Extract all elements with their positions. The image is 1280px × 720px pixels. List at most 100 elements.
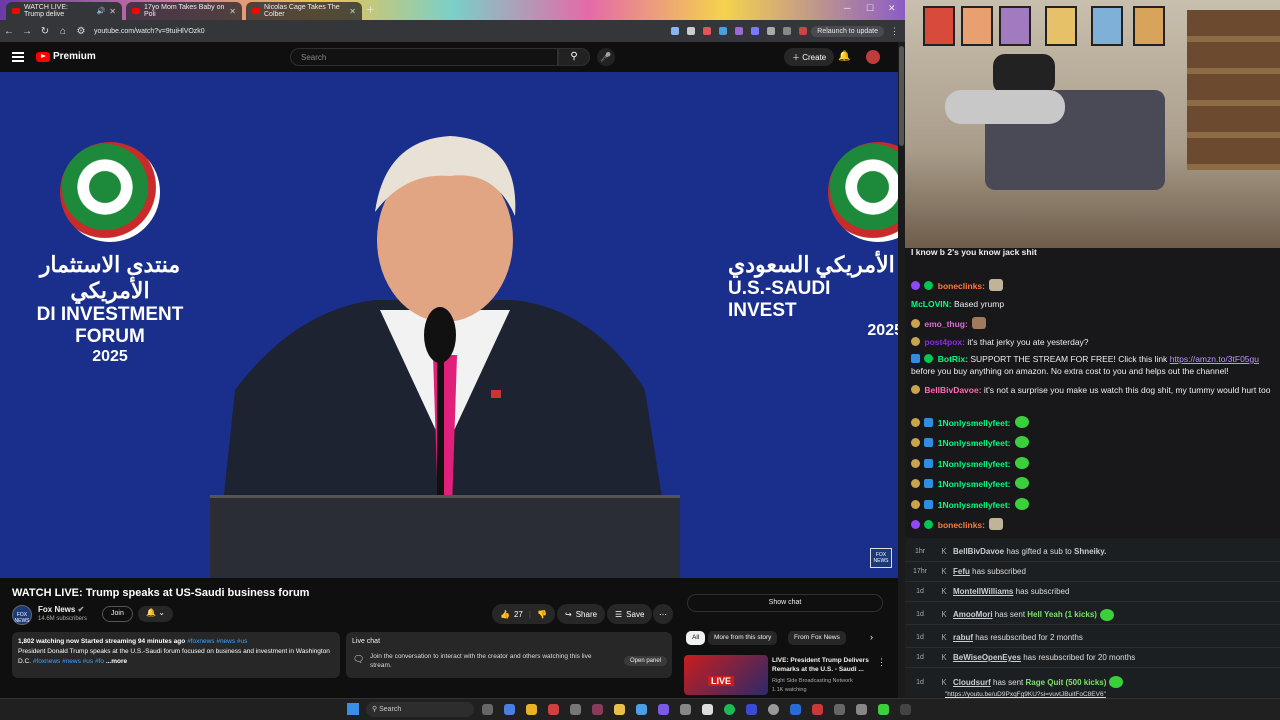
app-icon[interactable] xyxy=(504,704,515,715)
avatar[interactable] xyxy=(866,50,880,64)
cast-icon[interactable] xyxy=(671,27,680,35)
subscription-bell-button[interactable]: 🔔 ⌄ xyxy=(138,606,173,622)
chat-username[interactable]: BotRix: xyxy=(938,354,968,364)
chat-username[interactable]: 1Nonlysmellyfeet: xyxy=(938,438,1011,448)
app-icon[interactable] xyxy=(548,704,559,715)
chat-username[interactable]: 1Nonlysmellyfeet: xyxy=(938,500,1011,510)
save-button[interactable]: ☰ Save xyxy=(607,604,653,624)
reload-icon[interactable]: ↻ xyxy=(36,26,54,37)
app-icon[interactable] xyxy=(702,704,713,715)
event-user[interactable]: Cloudsurf xyxy=(953,678,991,687)
bookmark-star-icon[interactable] xyxy=(687,27,696,35)
terminal-icon[interactable] xyxy=(592,704,603,715)
chat-username[interactable]: post4pox: xyxy=(924,337,965,347)
app-icon[interactable] xyxy=(856,704,867,715)
back-icon[interactable]: ← xyxy=(0,26,18,37)
scrollbar-thumb[interactable] xyxy=(899,46,904,146)
event-row[interactable]: 1d K BeWiseOpenEyes has resubscribed for… xyxy=(905,648,1280,668)
extension-icon[interactable] xyxy=(751,27,760,35)
chat-username[interactable]: emo_thug: xyxy=(924,319,967,329)
close-icon[interactable]: ✕ xyxy=(349,7,356,16)
more-vertical-icon[interactable]: ⋮ xyxy=(877,657,886,668)
app-icon[interactable] xyxy=(636,704,647,715)
event-user[interactable]: BellBivDavoe xyxy=(953,547,1004,556)
chevron-right-icon[interactable]: › xyxy=(870,632,873,642)
more-actions-button[interactable]: ⋯ xyxy=(653,604,673,624)
event-user[interactable]: rabuf xyxy=(953,633,973,642)
search-input[interactable]: Search xyxy=(290,48,558,66)
app-icon[interactable] xyxy=(900,704,911,715)
app-icon[interactable] xyxy=(790,704,801,715)
app-icon[interactable] xyxy=(570,704,581,715)
event-recipient[interactable]: Shneiky. xyxy=(1074,547,1106,556)
task-view-icon[interactable] xyxy=(482,704,493,715)
open-panel-button[interactable]: Open panel xyxy=(624,656,668,666)
event-user[interactable]: MontellWilliams xyxy=(953,587,1013,596)
like-button[interactable]: 👍 27 | 👎 xyxy=(492,604,555,624)
discord-icon[interactable] xyxy=(658,704,669,715)
chat-username[interactable]: 1Nonlysmellyfeet: xyxy=(938,418,1011,428)
youtube-logo[interactable]: Premium xyxy=(36,51,96,62)
app-icon[interactable] xyxy=(680,704,691,715)
create-button[interactable]: ＋ Create xyxy=(784,48,835,66)
tab-17yo-mom[interactable]: 17yo Mom Takes Baby on Poli ✕ xyxy=(126,2,242,20)
search-icon[interactable]: ⚲ xyxy=(558,48,590,66)
chrome-icon[interactable] xyxy=(526,704,537,715)
extensions-puzzle-icon[interactable] xyxy=(767,27,776,35)
kick-app-icon[interactable] xyxy=(878,704,889,715)
chat-username[interactable]: boneclinks: xyxy=(938,520,985,530)
chat-link[interactable]: https://amzn.to/3tF05gu xyxy=(1170,354,1259,364)
sidebar-icon[interactable] xyxy=(783,27,792,35)
microphone-icon[interactable]: 🎤 xyxy=(597,48,615,66)
channel-avatar[interactable]: FOX NEWS xyxy=(12,605,32,625)
app-icon[interactable] xyxy=(812,704,823,715)
tab-nicolas-cage[interactable]: Nicolas Cage Takes The Colber ✕ xyxy=(246,2,362,20)
app-icon[interactable] xyxy=(746,704,757,715)
file-explorer-icon[interactable] xyxy=(614,704,625,715)
forward-icon[interactable]: → xyxy=(18,26,36,37)
event-row[interactable]: 17hr K Fefu has subscribed xyxy=(905,562,1280,582)
spotify-icon[interactable] xyxy=(724,704,735,715)
event-user[interactable]: BeWiseOpenEyes xyxy=(953,653,1021,662)
site-info-icon[interactable]: ⚙ xyxy=(72,26,90,37)
thumbs-down-icon[interactable]: 👎 xyxy=(537,610,547,619)
channel-name[interactable]: Fox News ✔ xyxy=(38,605,84,614)
app-icon[interactable] xyxy=(834,704,845,715)
recommendation-title[interactable]: LIVE: President Trump Delivers Remarks a… xyxy=(772,656,872,674)
new-tab-icon[interactable]: ＋ xyxy=(366,3,375,16)
windows-start-icon[interactable] xyxy=(347,703,359,715)
close-icon[interactable]: ✕ xyxy=(229,7,236,16)
tab-watch-live[interactable]: WATCH LIVE: Trump delive 🔊 ✕ xyxy=(6,2,122,20)
minimize-icon[interactable]: ─ xyxy=(844,3,850,13)
more-menu-icon[interactable]: ⋮ xyxy=(890,26,899,37)
event-row[interactable]: 1d K MontellWilliams has subscribed xyxy=(905,582,1280,602)
chat-username[interactable]: boneclinks: xyxy=(938,281,985,291)
extension-icon[interactable] xyxy=(719,27,728,35)
chip-from-fox-news[interactable]: From Fox News xyxy=(788,631,846,645)
page-scrollbar[interactable] xyxy=(898,42,905,698)
show-chat-button[interactable]: Show chat xyxy=(687,594,883,612)
chip-more-from-story[interactable]: More from this story xyxy=(708,631,778,645)
join-button[interactable]: Join xyxy=(102,606,133,622)
taskbar-search[interactable]: ⚲ Search xyxy=(366,702,474,717)
event-row[interactable]: 1d K rabuf has resubscribed for 2 months xyxy=(905,628,1280,648)
recommendation-channel[interactable]: Right Side Broadcasting Network xyxy=(772,677,853,686)
maximize-icon[interactable]: ☐ xyxy=(866,3,874,14)
chat-username[interactable]: McLOVIN: xyxy=(911,299,952,309)
chat-username[interactable]: BellBivDavoe: xyxy=(924,385,981,395)
home-icon[interactable]: ⌂ xyxy=(54,26,72,37)
description-box[interactable]: 1,802 watching now Started streaming 94 … xyxy=(12,632,340,678)
extension-icon[interactable] xyxy=(703,27,712,35)
relaunch-button[interactable]: Relaunch to update xyxy=(811,25,884,37)
share-button[interactable]: ↪ Share xyxy=(557,604,606,624)
extension-icon[interactable] xyxy=(735,27,744,35)
video-player[interactable]: منتدى الاستثمار الأمريكي DI INVESTMENT F… xyxy=(0,72,898,578)
close-window-icon[interactable]: ✕ xyxy=(888,3,896,14)
chat-username[interactable]: 1Nonlysmellyfeet: xyxy=(938,479,1011,489)
menu-icon[interactable] xyxy=(12,52,24,64)
recommendation-thumbnail[interactable] xyxy=(684,655,768,695)
event-link[interactable]: "https://youtu.be/uD9PxqFg9KU?si=vuvtJBu… xyxy=(945,691,1106,698)
chat-username[interactable]: 1Nonlysmellyfeet: xyxy=(938,459,1011,469)
more-link[interactable]: ...more xyxy=(106,658,127,665)
notifications-bell-icon[interactable]: 🔔 xyxy=(838,51,850,62)
